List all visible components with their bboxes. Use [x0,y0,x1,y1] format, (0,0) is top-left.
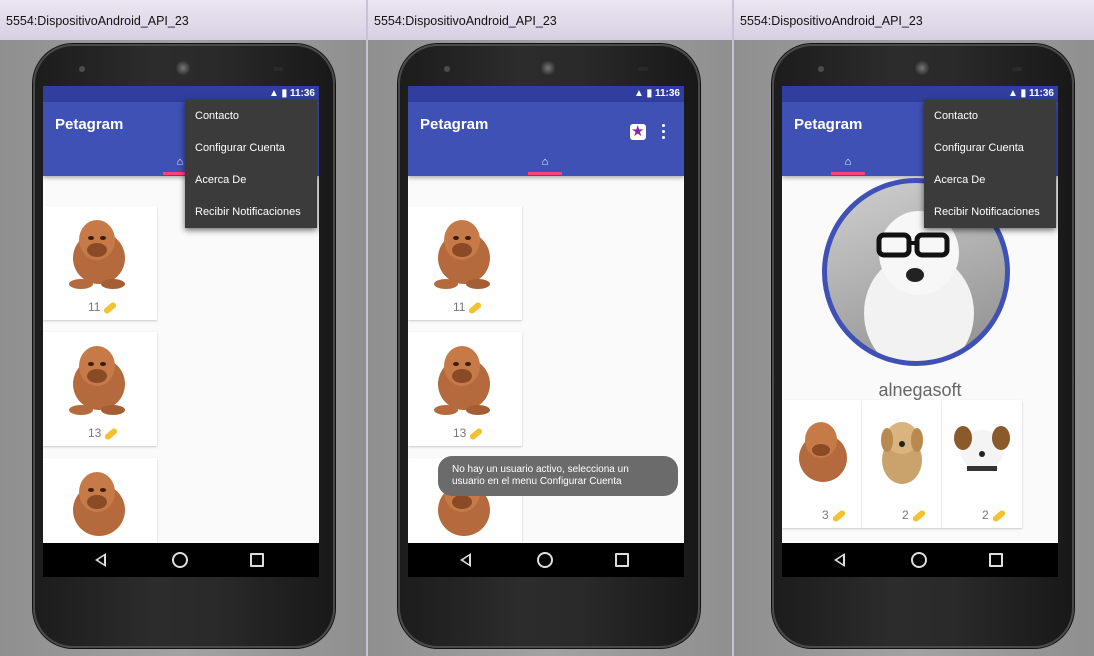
bone-icon[interactable] [104,427,119,441]
earpiece-speaker [541,61,555,75]
window-title: 5554:DispositivoAndroid_API_23 [740,14,923,28]
nav-bar [408,543,684,577]
status-icons: ▲ ▮ 11:36 [1008,88,1054,99]
dog-image [434,220,490,289]
app-title: Petagram [55,116,124,133]
pet-card[interactable]: 11 [408,206,522,320]
dog-image [69,220,125,289]
overflow-menu: Contacto Configurar Cuenta Acerca De Rec… [185,100,317,228]
status-time: 11:36 [289,88,315,99]
home-icon[interactable]: ⌂ [842,156,854,168]
menu-item-recibir-notificaciones[interactable]: Recibir Notificaciones [924,196,1056,228]
overflow-menu-icon[interactable] [662,124,666,140]
like-count: 2 [982,508,1006,523]
proximity-sensor [1012,67,1022,71]
status-icons: ▲ ▮ 11:36 [634,88,680,99]
window-title: 5554:DispositivoAndroid_API_23 [374,14,557,28]
window-title: 5554:DispositivoAndroid_API_23 [6,14,189,28]
pet-card[interactable]: 13 [43,332,157,446]
recent-apps-icon[interactable] [250,553,264,567]
proximity-sensor [638,67,648,71]
earpiece-speaker [176,61,190,75]
tab-indicator [528,172,562,175]
status-icons: ▲ ▮ 11:36 [269,88,315,99]
phone-frame: ▲ ▮ 11:36 Petagram ⌂ 11 [398,44,700,648]
star-icon[interactable] [630,122,646,140]
emulator-window-2: 5554:DispositivoAndroid_API_23 ▲ ▮ 11:36… [368,0,732,656]
dog-image [73,472,125,536]
front-camera [444,66,450,72]
menu-item-acerca-de[interactable]: Acerca De [185,164,317,196]
phone-frame: ▲ ▮ 11:36 Petagram ⌂ Contacto Configurar… [33,44,335,648]
puppy-image [881,422,923,484]
window-titlebar[interactable]: 5554:DispositivoAndroid_API_23 [0,0,366,41]
phone-screen: ▲ ▮ 11:36 Petagram ⌂ 11 [408,86,684,577]
proximity-sensor [273,67,283,71]
home-circle-icon[interactable] [537,552,553,568]
app-title: Petagram [794,116,863,133]
like-count: 13 [88,426,119,441]
dog-image [434,346,490,415]
emulator-window-1: 5554:DispositivoAndroid_API_23 ▲ ▮ 11:36… [0,0,366,656]
like-count: 2 [902,508,926,523]
bone-icon[interactable] [469,427,484,441]
phone-screen: ▲ ▮ 11:36 Petagram ⌂ Contacto Configurar… [782,86,1058,577]
back-icon[interactable] [460,553,471,567]
recent-apps-icon[interactable] [989,553,1003,567]
like-count: 3 [822,508,846,523]
dog-image [799,422,847,482]
back-icon[interactable] [834,553,845,567]
home-icon[interactable]: ⌂ [539,156,551,168]
window-titlebar[interactable]: 5554:DispositivoAndroid_API_23 [368,0,732,41]
window-titlebar[interactable]: 5554:DispositivoAndroid_API_23 [734,0,1094,41]
menu-item-configurar-cuenta[interactable]: Configurar Cuenta [924,132,1056,164]
dog-image [69,346,125,415]
home-circle-icon[interactable] [911,552,927,568]
photo-thumbnail[interactable]: 2 [942,400,1022,528]
menu-item-contacto[interactable]: Contacto [185,100,317,132]
bone-icon[interactable] [991,509,1006,523]
recent-apps-icon[interactable] [615,553,629,567]
phone-frame: ▲ ▮ 11:36 Petagram ⌂ Contacto Configurar… [772,44,1074,648]
toast-message: No hay un usuario activo, selecciona un … [438,456,678,496]
bone-icon[interactable] [831,509,846,523]
photo-thumbnail[interactable]: 2 [862,400,942,528]
phone-screen: ▲ ▮ 11:36 Petagram ⌂ Contacto Configurar… [43,86,319,577]
home-circle-icon[interactable] [172,552,188,568]
bone-icon[interactable] [911,509,926,523]
like-count: 11 [88,300,118,315]
profile-photo-grid: 3 2 2 [782,400,1022,528]
front-camera [79,66,85,72]
menu-item-configurar-cuenta[interactable]: Configurar Cuenta [185,132,317,164]
menu-item-recibir-notificaciones[interactable]: Recibir Notificaciones [185,196,317,228]
nav-bar [782,543,1058,577]
menu-item-acerca-de[interactable]: Acerca De [924,164,1056,196]
app-title: Petagram [420,116,489,133]
status-bar: ▲ ▮ 11:36 [408,86,684,102]
bone-icon[interactable] [103,301,118,315]
overflow-menu: Contacto Configurar Cuenta Acerca De Rec… [924,100,1056,228]
photo-thumbnail[interactable]: 3 [782,400,862,528]
pet-card[interactable]: 11 [43,206,157,320]
app-toolbar: Petagram ⌂ [408,102,684,176]
bone-icon[interactable] [468,301,483,315]
pet-card[interactable]: 13 [408,332,522,446]
front-camera [818,66,824,72]
like-count: 13 [453,426,484,441]
status-time: 11:36 [1028,88,1054,99]
tab-indicator [831,172,865,175]
profile-username: alnegasoft [878,380,962,400]
terrier-image [954,426,1010,471]
menu-item-contacto[interactable]: Contacto [924,100,1056,132]
like-count: 11 [453,300,483,315]
emulator-window-3: 5554:DispositivoAndroid_API_23 ▲ ▮ 11:36… [734,0,1094,656]
status-time: 11:36 [654,88,680,99]
nav-bar [43,543,319,577]
earpiece-speaker [915,61,929,75]
back-icon[interactable] [95,553,106,567]
